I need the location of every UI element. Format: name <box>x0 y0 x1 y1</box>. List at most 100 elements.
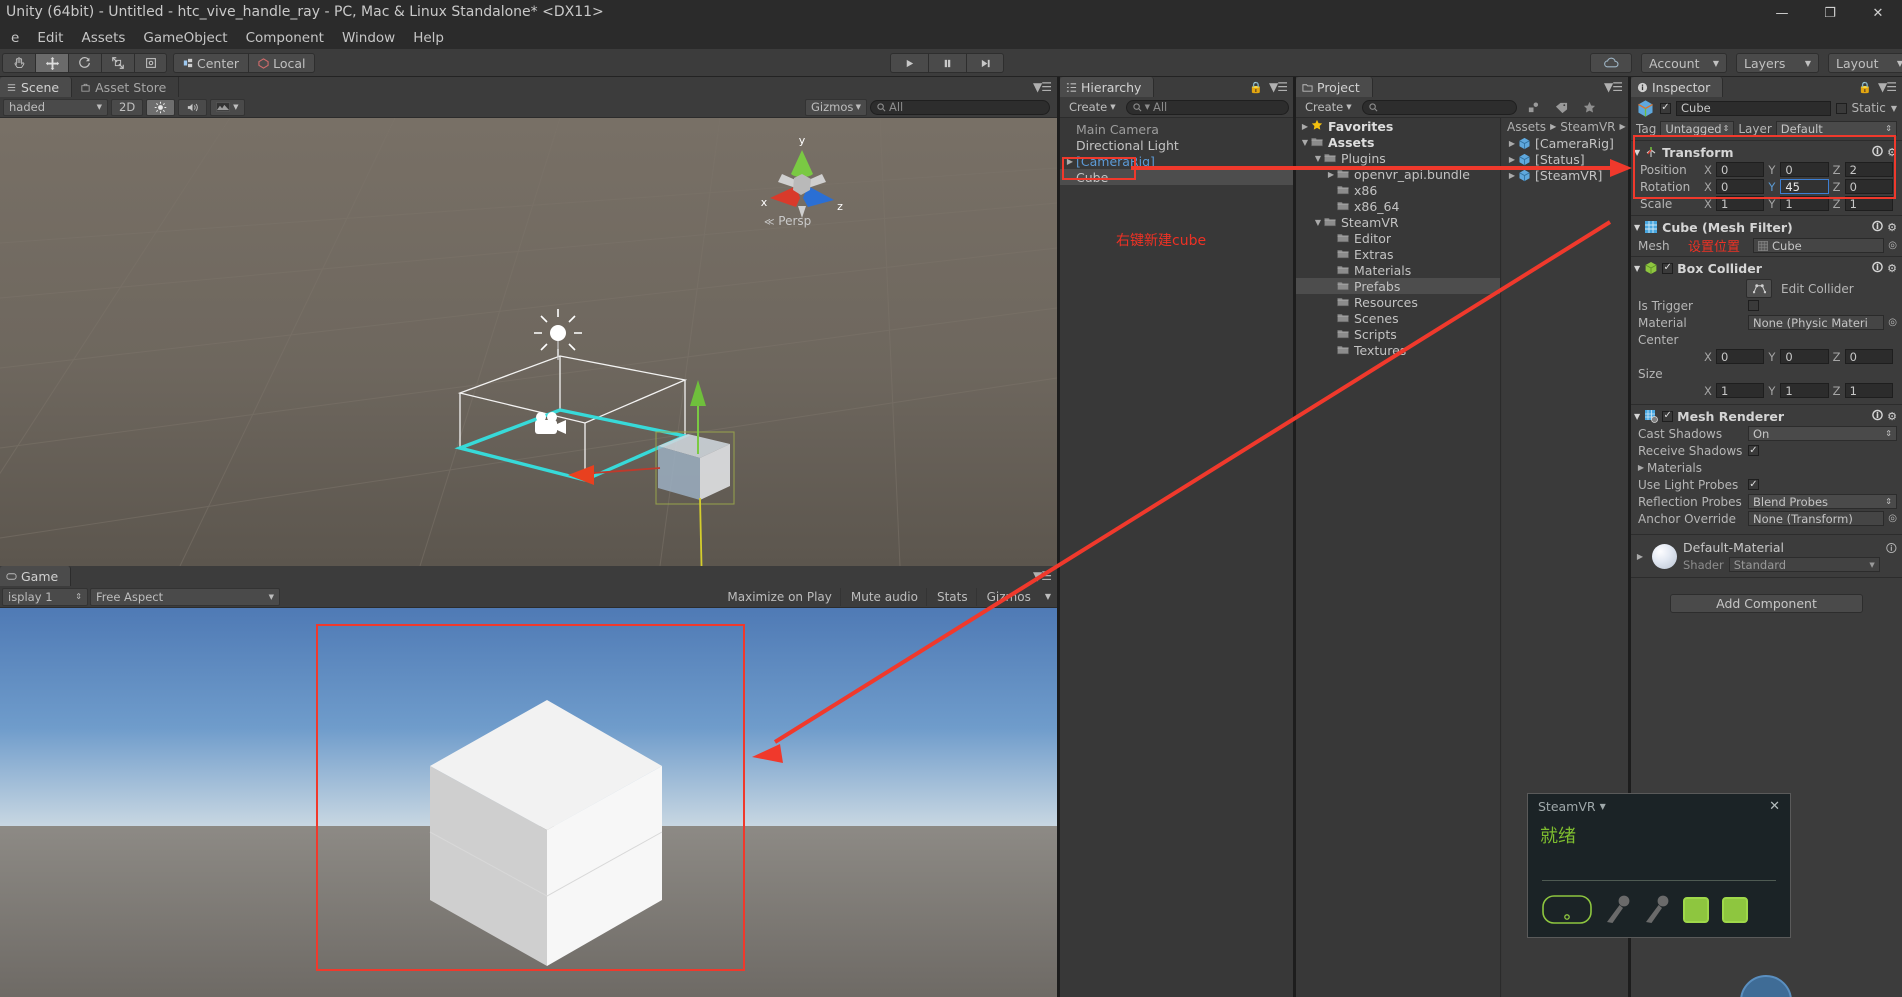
scene-view-gizmo[interactable]: y x z ≪ Persp <box>742 126 862 236</box>
pause-button[interactable] <box>928 53 966 73</box>
hand-tool-button[interactable] <box>2 53 35 73</box>
transform-position-y-input[interactable]: 0 <box>1780 162 1829 177</box>
account-dropdown[interactable]: Account ▼ <box>1641 53 1727 73</box>
expand-arrow-icon[interactable]: ▶ <box>1506 171 1518 180</box>
mesh-renderer-header[interactable]: ▼ ✓ Mesh Renderer 🛈 ⚙ <box>1634 407 1897 425</box>
collider-size-z-input[interactable]: 1 <box>1844 383 1893 398</box>
collider-center-x-input[interactable]: 0 <box>1716 349 1765 364</box>
project-tree-item[interactable]: ▶ Favorites <box>1296 118 1500 134</box>
scale-tool-button[interactable] <box>101 53 134 73</box>
physic-material-field[interactable]: None (Physic Materi <box>1748 315 1885 330</box>
hierarchy-item-directional-light[interactable]: Directional Light <box>1060 137 1293 153</box>
base-station-1-icon[interactable] <box>1683 896 1709 923</box>
rotate-tool-button[interactable] <box>68 53 101 73</box>
menu-window[interactable]: Window <box>333 28 404 48</box>
project-tree-item[interactable]: x86 <box>1296 182 1500 198</box>
collider-center-y-input[interactable]: 0 <box>1780 349 1829 364</box>
rect-tool-button[interactable] <box>134 53 167 73</box>
anchor-override-field[interactable]: None (Transform) <box>1748 511 1885 526</box>
hierarchy-item-camerarig[interactable]: ▶ [CameraRig] <box>1060 153 1293 169</box>
draw-mode-dropdown[interactable]: haded ▼ <box>3 98 108 116</box>
collapse-arrow-icon[interactable]: ▼ <box>1634 148 1640 157</box>
mesh-filter-header[interactable]: ▼ Cube (Mesh Filter) 🛈 ⚙ <box>1634 218 1897 236</box>
layout-dropdown[interactable]: Layout ▼ <box>1828 53 1902 73</box>
play-button[interactable] <box>890 53 928 73</box>
controller-right-icon[interactable] <box>1644 893 1670 926</box>
move-tool-button[interactable] <box>35 53 68 73</box>
transform-rotation-z-input[interactable]: 0 <box>1844 179 1893 194</box>
lock-icon[interactable]: 🔒 <box>1858 81 1872 94</box>
collider-size-x-input[interactable]: 1 <box>1716 383 1765 398</box>
layers-dropdown[interactable]: Layers ▼ <box>1736 53 1819 73</box>
expand-arrow-icon[interactable]: ▶ <box>1064 157 1076 166</box>
step-button[interactable] <box>966 53 1004 73</box>
tab-project[interactable]: Project <box>1296 77 1373 97</box>
tab-game[interactable]: Game <box>0 566 72 586</box>
project-tree-item[interactable]: Extras <box>1296 246 1500 262</box>
menu-component[interactable]: Component <box>237 28 333 48</box>
menu-help[interactable]: Help <box>404 28 453 48</box>
tab-asset-store[interactable]: Asset Store <box>72 77 180 97</box>
lock-icon[interactable]: 🔒 <box>1249 81 1263 94</box>
collider-center-z-input[interactable]: 0 <box>1844 349 1893 364</box>
gear-icon[interactable]: ⚙ <box>1887 262 1897 275</box>
headset-icon[interactable] <box>1542 893 1592 926</box>
expand-arrow-icon[interactable]: ▼ <box>1299 138 1311 147</box>
project-tree-item[interactable]: Resources <box>1296 294 1500 310</box>
help-icon[interactable]: 🛈 <box>1872 407 1883 426</box>
scene-viewport[interactable]: y x z ≪ Persp <box>0 118 1057 566</box>
pivot-rotation-button[interactable]: Local <box>248 53 316 73</box>
hierarchy-create-button[interactable]: Create ▼ <box>1064 99 1121 115</box>
project-search-input[interactable] <box>1361 99 1517 115</box>
project-tree-item[interactable]: ▶ openvr_api.bundle <box>1296 166 1500 182</box>
edit-collider-button[interactable] <box>1746 279 1772 298</box>
expand-arrow-icon[interactable]: ▼ <box>1312 218 1324 227</box>
pivot-mode-button[interactable]: Center <box>173 53 249 73</box>
transform-scale-y-input[interactable]: 1 <box>1780 196 1829 211</box>
project-tree-item[interactable]: Materials <box>1296 262 1500 278</box>
chevron-down-icon[interactable]: ▼ <box>1891 104 1897 113</box>
project-tree-item[interactable]: Editor <box>1296 230 1500 246</box>
static-checkbox[interactable] <box>1835 102 1847 114</box>
effects-toggle-button[interactable]: ▼ <box>210 98 245 116</box>
project-asset-steamvr[interactable]: ▶ [SteamVR] <box>1502 167 1628 183</box>
maximize-on-play-button[interactable]: Maximize on Play <box>719 587 841 606</box>
project-create-button[interactable]: Create ▼ <box>1300 99 1357 115</box>
lighting-toggle-button[interactable] <box>146 98 176 116</box>
gameobject-enabled-checkbox[interactable]: ✓ <box>1660 102 1671 114</box>
box-collider-header[interactable]: ▼ ✓ Box Collider 🛈 ⚙ <box>1634 259 1897 277</box>
hierarchy-item-cube[interactable]: Cube <box>1060 169 1293 185</box>
collider-size-y-input[interactable]: 1 <box>1780 383 1829 398</box>
filter-by-label-button[interactable] <box>1550 99 1573 115</box>
project-tree-item[interactable]: ▼ SteamVR <box>1296 214 1500 230</box>
expand-arrow-icon[interactable]: ▶ <box>1635 463 1647 472</box>
object-picker-icon[interactable]: ◎ <box>1888 513 1897 524</box>
shader-dropdown[interactable]: Standard ▼ <box>1728 557 1880 572</box>
game-viewport[interactable] <box>0 608 1057 997</box>
display-dropdown[interactable]: isplay 1 ⇕ <box>2 587 88 606</box>
transform-position-z-input[interactable]: 2 <box>1844 162 1893 177</box>
project-tree-item[interactable]: Scenes <box>1296 310 1500 326</box>
expand-arrow-icon[interactable]: ▶ <box>1299 122 1311 131</box>
aspect-dropdown[interactable]: Free Aspect ▼ <box>90 587 280 606</box>
menu-edit[interactable]: Edit <box>28 28 72 48</box>
mesh-renderer-enabled-checkbox[interactable]: ✓ <box>1662 410 1674 422</box>
materials-row[interactable]: ▶ Materials <box>1634 459 1897 476</box>
project-asset-status[interactable]: ▶ [Status] <box>1502 151 1628 167</box>
gear-icon[interactable]: ⚙ <box>1887 410 1897 423</box>
gear-icon[interactable]: ⚙ <box>1887 146 1897 159</box>
object-picker-icon[interactable]: ◎ <box>1888 317 1897 328</box>
cloud-button[interactable] <box>1590 53 1632 73</box>
breadcrumb-assets[interactable]: Assets <box>1507 120 1546 134</box>
menu-assets[interactable]: Assets <box>72 28 134 48</box>
help-icon[interactable]: 🛈 <box>1872 259 1883 278</box>
project-tree-item[interactable]: Textures <box>1296 342 1500 358</box>
favorite-button[interactable] <box>1578 99 1601 115</box>
inspector-menu-icon[interactable]: ▼☰ <box>1878 80 1897 94</box>
transform-scale-x-input[interactable]: 1 <box>1716 196 1765 211</box>
tab-scene[interactable]: Scene <box>0 77 73 97</box>
steamvr-close-button[interactable]: ✕ <box>1769 799 1780 814</box>
object-picker-icon[interactable]: ◎ <box>1888 240 1897 251</box>
game-gizmos-button[interactable]: Gizmos <box>979 588 1039 606</box>
project-tree-item[interactable]: Prefabs <box>1296 278 1500 294</box>
